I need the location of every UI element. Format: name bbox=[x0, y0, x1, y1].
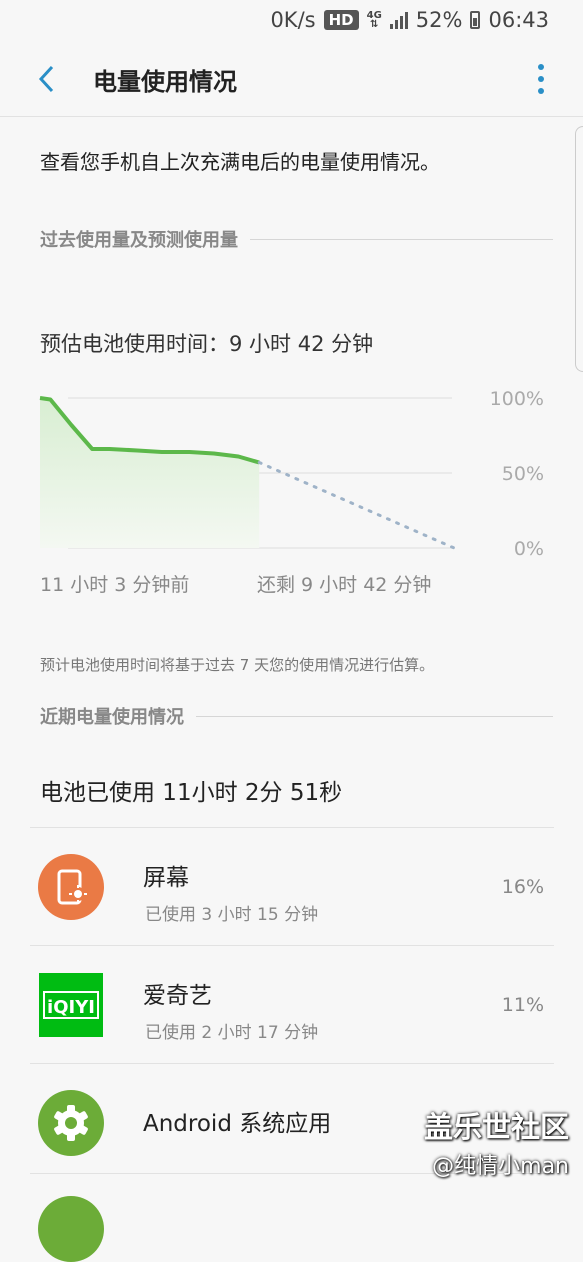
page-title: 电量使用情况 bbox=[93, 68, 237, 96]
section-title: 过去使用量及预测使用量 bbox=[40, 230, 238, 251]
y-tick-label: 100% bbox=[490, 388, 544, 410]
app-bar: 电量使用情况 bbox=[0, 42, 583, 117]
iqiyi-logo: iQIYI bbox=[38, 972, 104, 1038]
usage-percent: 11% bbox=[501, 994, 544, 1016]
back-arrow-icon bbox=[38, 65, 54, 93]
battery-used-summary: 电池已使用 11小时 2分 51秒 bbox=[40, 780, 343, 806]
y-tick-label: 0% bbox=[514, 538, 544, 560]
y-tick-label: 50% bbox=[502, 463, 544, 485]
section-header-history: 过去使用量及预测使用量 bbox=[40, 226, 553, 252]
watermark-author: @纯情小man bbox=[432, 1154, 569, 1179]
estimated-time: 预估电池使用时间：9 小时 42 分钟 bbox=[40, 332, 374, 356]
clock: 06:43 bbox=[488, 8, 549, 32]
screen-icon bbox=[38, 854, 104, 920]
divider bbox=[196, 715, 553, 717]
x-label-start: 11 小时 3 分钟前 bbox=[40, 574, 190, 596]
usage-time: 已使用 2 小时 17 分钟 bbox=[145, 1023, 319, 1043]
list-item-screen[interactable]: 屏幕 已使用 3 小时 15 分钟 16% bbox=[30, 827, 554, 946]
battery-icon bbox=[470, 11, 481, 29]
intro-text: 查看您手机自上次充满电后的电量使用情况。 bbox=[40, 150, 440, 174]
watermark-title: 盖乐世社区 bbox=[423, 1110, 569, 1144]
app-name: Android 系统应用 bbox=[143, 1111, 332, 1137]
back-button[interactable] bbox=[34, 62, 62, 96]
divider bbox=[250, 238, 553, 240]
estimate-note: 预计电池使用时间将基于过去 7 天您的使用情况进行估算。 bbox=[40, 656, 435, 674]
battery-usage-chart: 100% 50% 0% bbox=[39, 388, 544, 560]
app-icon bbox=[38, 1196, 104, 1262]
app-name: 屏幕 bbox=[143, 865, 189, 891]
signal-icon bbox=[389, 11, 408, 29]
section-header-recent: 近期电量使用情况 bbox=[40, 703, 553, 729]
scrollbar[interactable] bbox=[575, 126, 583, 372]
svg-text:iQIYI: iQIYI bbox=[47, 997, 95, 1018]
x-label-end: 还剩 9 小时 42 分钟 bbox=[257, 574, 432, 596]
more-vert-icon bbox=[537, 64, 545, 94]
app-name: 爱奇艺 bbox=[143, 983, 212, 1009]
battery-percent: 52% bbox=[415, 8, 463, 32]
status-bar: 0K/s HD 4G ⇅ 52% 06:43 bbox=[0, 0, 583, 42]
history-area bbox=[40, 398, 260, 548]
forecast-line bbox=[257, 461, 456, 550]
hd-badge: HD bbox=[323, 10, 359, 30]
network-type-icon: 4G ⇅ bbox=[366, 10, 382, 30]
net-speed: 0K/s bbox=[270, 8, 316, 32]
list-item-iqiyi[interactable]: iQIYI 爱奇艺 已使用 2 小时 17 分钟 11% bbox=[30, 945, 554, 1064]
section-title: 近期电量使用情况 bbox=[40, 707, 184, 728]
usage-percent: 16% bbox=[501, 876, 544, 898]
gear-icon bbox=[38, 1090, 104, 1156]
more-options-button[interactable] bbox=[537, 64, 545, 96]
usage-time: 已使用 3 小时 15 分钟 bbox=[145, 905, 319, 925]
